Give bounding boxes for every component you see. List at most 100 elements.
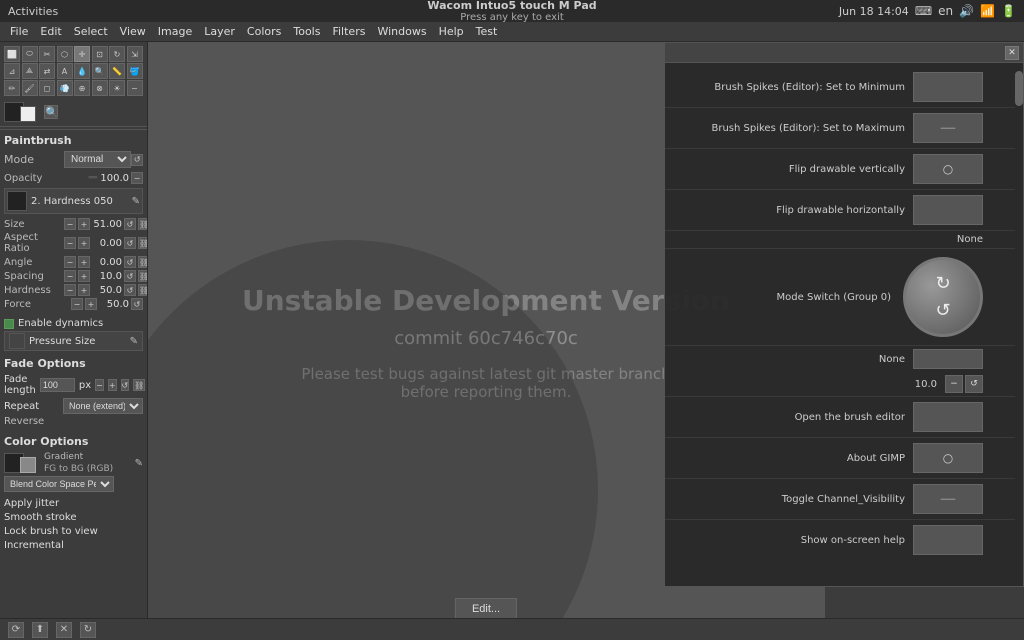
- tool-lasso[interactable]: ✂: [39, 46, 55, 62]
- bottom-icon-3[interactable]: ✕: [56, 622, 72, 638]
- zoom-icon[interactable]: 🔍: [44, 105, 58, 119]
- force-minus-btn[interactable]: −: [71, 298, 83, 310]
- wacom-size-reset[interactable]: ↺: [965, 375, 983, 393]
- tool-heal[interactable]: ⊗: [92, 80, 108, 96]
- aspect-reset-btn[interactable]: ↺: [124, 237, 136, 249]
- spacing-reset-btn[interactable]: ↺: [124, 270, 136, 282]
- size-chain-btn[interactable]: ⛓: [138, 218, 148, 230]
- repeat-select[interactable]: None (extend): [63, 398, 143, 414]
- wacom-btn-flip-h[interactable]: [913, 195, 983, 225]
- hardness-chain-btn[interactable]: ⛓: [138, 284, 148, 296]
- bottom-icon-1[interactable]: ⟳: [8, 622, 24, 638]
- spacing-chain-btn[interactable]: ⛓: [138, 270, 148, 282]
- tool-ellipse[interactable]: ⬭: [22, 46, 38, 62]
- bottom-icon-4[interactable]: ↻: [80, 622, 96, 638]
- tool-pencil[interactable]: ✏: [4, 80, 20, 96]
- aspect-plus-btn[interactable]: +: [78, 237, 90, 249]
- tool-smudge[interactable]: ~: [127, 80, 143, 96]
- gradient-value: FG to BG (RGB): [44, 464, 113, 474]
- spacing-minus-btn[interactable]: −: [64, 270, 76, 282]
- wacom-btn-help[interactable]: [913, 525, 983, 555]
- wacom-size-minus[interactable]: −: [945, 375, 963, 393]
- size-minus-btn[interactable]: −: [64, 218, 76, 230]
- menu-image[interactable]: Image: [152, 23, 198, 40]
- tool-measure[interactable]: 📏: [109, 63, 125, 79]
- force-reset-btn[interactable]: ↺: [131, 298, 143, 310]
- menu-test[interactable]: Test: [470, 23, 504, 40]
- color-edit-icon[interactable]: ✎: [135, 458, 143, 469]
- tool-colorpick[interactable]: 💧: [74, 63, 90, 79]
- tool-flip[interactable]: ⇄: [39, 63, 55, 79]
- tool-crop[interactable]: ⊡: [92, 46, 108, 62]
- menu-edit[interactable]: Edit: [34, 23, 67, 40]
- dynamics-edit-icon[interactable]: ✎: [130, 336, 138, 347]
- blend-select[interactable]: Blend Color Space Perceptu...: [4, 476, 114, 492]
- aspect-minus-btn[interactable]: −: [64, 237, 76, 249]
- tool-rectangle[interactable]: ⬜: [4, 46, 20, 62]
- menu-windows[interactable]: Windows: [371, 23, 432, 40]
- dynamics-header: Enable dynamics: [4, 318, 143, 329]
- menu-layer[interactable]: Layer: [198, 23, 241, 40]
- color-swatch-bg[interactable]: [20, 457, 36, 473]
- wacom-btn-flip-v[interactable]: ○: [913, 154, 983, 184]
- menu-filters[interactable]: Filters: [326, 23, 371, 40]
- tool-eraser[interactable]: ◻: [39, 80, 55, 96]
- mode-reset-btn[interactable]: ↺: [131, 154, 143, 166]
- menu-tools[interactable]: Tools: [287, 23, 326, 40]
- angle-chain-btn[interactable]: ⛓: [138, 256, 148, 268]
- fade-plus-btn[interactable]: +: [108, 379, 117, 391]
- tool-zoom[interactable]: 🔍: [92, 63, 108, 79]
- mode-select[interactable]: Normal: [64, 151, 131, 168]
- menu-colors[interactable]: Colors: [241, 23, 287, 40]
- tool-perspective[interactable]: ⟁: [22, 63, 38, 79]
- wacom-btn-spikes-max[interactable]: ━━━: [913, 113, 983, 143]
- wacom-btn-channel[interactable]: ━━━: [913, 484, 983, 514]
- force-plus-btn[interactable]: +: [85, 298, 97, 310]
- tool-shear[interactable]: ⊿: [4, 63, 20, 79]
- angle-reset-btn[interactable]: ↺: [124, 256, 136, 268]
- spacing-plus-btn[interactable]: +: [78, 270, 90, 282]
- activities-label[interactable]: Activities: [8, 5, 58, 18]
- hardness-minus-btn[interactable]: −: [64, 284, 76, 296]
- hardness-reset-btn[interactable]: ↺: [124, 284, 136, 296]
- tool-text[interactable]: A: [57, 63, 73, 79]
- wacom-btn-brush-editor[interactable]: [913, 402, 983, 432]
- tool-brush[interactable]: 🖌: [22, 80, 38, 96]
- wacom-btn-spikes-min[interactable]: [913, 72, 983, 102]
- menu-help[interactable]: Help: [433, 23, 470, 40]
- wacom-none2-indicator: [913, 349, 983, 369]
- hardness-plus-btn[interactable]: +: [78, 284, 90, 296]
- wacom-close-btn[interactable]: ✕: [1005, 46, 1019, 60]
- fade-chain-btn[interactable]: ⛓: [133, 379, 145, 391]
- edit-button[interactable]: Edit...: [455, 598, 517, 620]
- fade-length-input[interactable]: [40, 378, 75, 392]
- fade-minus-btn[interactable]: −: [95, 379, 104, 391]
- tool-clone[interactable]: ⊕: [74, 80, 90, 96]
- spacing-value: 10.0: [92, 271, 122, 282]
- bg-color-swatch[interactable]: [20, 106, 36, 122]
- bottom-icon-2[interactable]: ⬆: [32, 622, 48, 638]
- wacom-mode-switch-dial[interactable]: ↻ ↺: [903, 257, 983, 337]
- fade-reset-btn[interactable]: ↺: [121, 379, 130, 391]
- wacom-btn-about[interactable]: ○: [913, 443, 983, 473]
- brush-preview[interactable]: 2. Hardness 050 ✎: [4, 188, 143, 214]
- tool-airbrush[interactable]: 💨: [57, 80, 73, 96]
- tool-rotate[interactable]: ↻: [109, 46, 125, 62]
- menu-file[interactable]: File: [4, 23, 34, 40]
- tool-scale[interactable]: ⇲: [127, 46, 143, 62]
- menu-view[interactable]: View: [114, 23, 152, 40]
- wacom-scrollbar-thumb[interactable]: [1015, 71, 1023, 106]
- tool-dodge[interactable]: ☀: [109, 80, 125, 96]
- menu-select[interactable]: Select: [68, 23, 114, 40]
- aspect-chain-btn[interactable]: ⛓: [138, 237, 148, 249]
- angle-plus-btn[interactable]: +: [78, 256, 90, 268]
- brush-edit-icon[interactable]: ✎: [132, 196, 140, 207]
- tool-paintbucket[interactable]: 🪣: [127, 63, 143, 79]
- size-reset-btn[interactable]: ↺: [124, 218, 136, 230]
- size-plus-btn[interactable]: +: [78, 218, 90, 230]
- angle-minus-btn[interactable]: −: [64, 256, 76, 268]
- tool-fuzzy[interactable]: ⬡: [57, 46, 73, 62]
- opacity-minus-btn[interactable]: −: [131, 172, 143, 184]
- tool-move[interactable]: ✛: [74, 46, 90, 62]
- enable-dynamics-check[interactable]: [4, 319, 14, 329]
